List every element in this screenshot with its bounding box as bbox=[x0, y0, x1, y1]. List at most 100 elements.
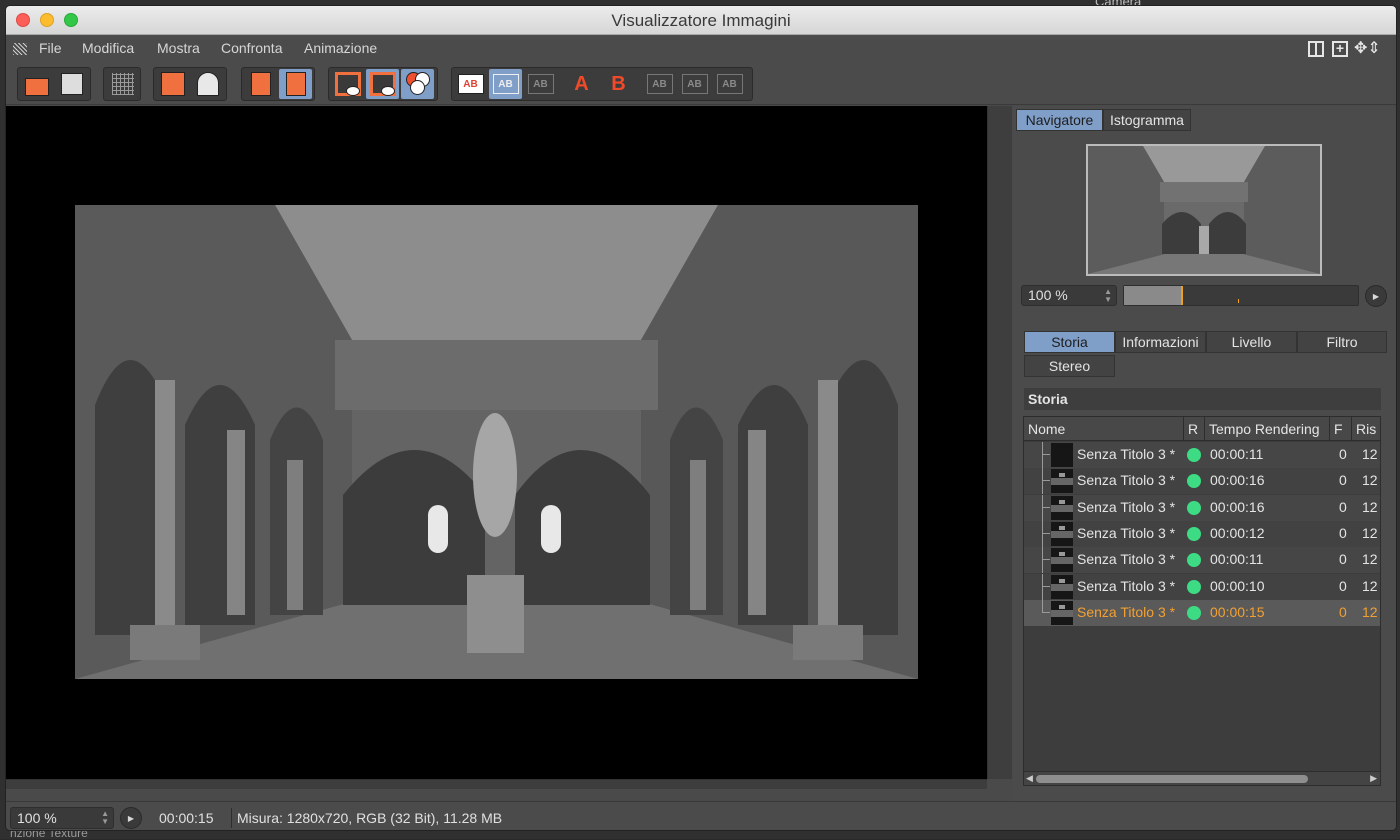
history-row-time: 00:00:11 bbox=[1210, 446, 1264, 462]
toolbar: AB AB AB A B AB AB AB bbox=[6, 63, 1396, 105]
menu-file[interactable]: File bbox=[39, 40, 62, 56]
history-row[interactable]: Senza Titolo 3 * 00:00:12 0 12 bbox=[1024, 520, 1380, 547]
column-nome[interactable]: Nome bbox=[1024, 417, 1184, 441]
status-bar: 100 % ▲ ▼ ▶ 00:00:15 Misura: 1280x720, RG… bbox=[6, 801, 1396, 830]
status-zoom-field[interactable]: 100 % ▲ ▼ bbox=[10, 807, 114, 829]
history-row-resolution: 12 bbox=[1362, 446, 1378, 462]
history-row-name: Senza Titolo 3 * bbox=[1077, 446, 1176, 462]
tab-navigatore[interactable]: Navigatore bbox=[1016, 109, 1103, 131]
history-row-time: 00:00:11 bbox=[1210, 551, 1264, 568]
column-tempo-rendering[interactable]: Tempo Rendering bbox=[1205, 417, 1330, 441]
history-row-frame: 0 bbox=[1339, 577, 1347, 594]
history-row-resolution: 12 bbox=[1362, 551, 1378, 568]
new-panel-icon[interactable]: + bbox=[1332, 41, 1348, 57]
frame-view-active-icon[interactable] bbox=[366, 69, 399, 99]
set-a-icon[interactable]: A bbox=[565, 69, 598, 99]
toolbar-group-history bbox=[153, 67, 227, 101]
ab-compare-icon[interactable]: AB bbox=[454, 69, 487, 99]
tree-line bbox=[1042, 494, 1043, 521]
column-r[interactable]: R bbox=[1184, 417, 1205, 441]
zoom-slider-handle[interactable] bbox=[1180, 286, 1183, 305]
tree-branch bbox=[1042, 480, 1050, 482]
history-section-title: Storia bbox=[1024, 388, 1381, 410]
history-row-time: 00:00:15 bbox=[1210, 603, 1265, 620]
history-table: Nome R Tempo Rendering F Ris Senza Titol… bbox=[1023, 416, 1381, 786]
menu-animazione[interactable]: Animazione bbox=[304, 40, 377, 56]
toolbar-group-view bbox=[328, 67, 438, 101]
navigator-zoom-slider[interactable] bbox=[1123, 285, 1359, 306]
history-row-frame: 0 bbox=[1339, 551, 1347, 568]
column-ris[interactable]: Ris bbox=[1352, 417, 1382, 441]
ab-overlay-icon[interactable]: AB bbox=[524, 69, 557, 99]
viewer-horizontal-scrollbar[interactable] bbox=[6, 779, 987, 789]
history-row-name: Senza Titolo 3 * bbox=[1077, 498, 1176, 515]
save-file-icon[interactable] bbox=[55, 69, 88, 99]
viewer-vertical-scrollbar[interactable] bbox=[987, 106, 1012, 779]
zoom-stepper-icon[interactable]: ▲ ▼ bbox=[1104, 288, 1112, 304]
grid-icon[interactable] bbox=[106, 69, 139, 99]
history-row-time: 00:00:12 bbox=[1210, 524, 1265, 541]
history-row[interactable]: Senza Titolo 3 * 00:00:11 0 12 bbox=[1024, 547, 1380, 574]
status-zoom-stepper-icon[interactable]: ▲ ▼ bbox=[101, 810, 109, 826]
image-viewport[interactable] bbox=[6, 106, 987, 779]
ab-icon-2[interactable]: AB bbox=[678, 69, 711, 99]
tab-livello[interactable]: Livello bbox=[1206, 331, 1297, 353]
render-status-dot bbox=[1187, 579, 1201, 594]
tab-stereo[interactable]: Stereo bbox=[1024, 355, 1115, 377]
tab-storia[interactable]: Storia bbox=[1024, 331, 1115, 353]
history-row[interactable]: Senza Titolo 3 * 00:00:10 0 12 bbox=[1024, 573, 1380, 600]
history-row-resolution: 12 bbox=[1362, 603, 1378, 620]
film-stack-icon[interactable] bbox=[279, 69, 312, 99]
history-row-name: Senza Titolo 3 * bbox=[1077, 551, 1176, 568]
set-b-icon[interactable]: B bbox=[602, 69, 635, 99]
history-row[interactable]: Senza Titolo 3 * 00:00:15 0 12 bbox=[1024, 599, 1380, 626]
tab-informazioni[interactable]: Informazioni bbox=[1115, 331, 1206, 353]
history-horizontal-scrollbar[interactable]: ◀ ▶ bbox=[1024, 771, 1380, 785]
open-file-icon[interactable] bbox=[20, 69, 53, 99]
menu-mostra[interactable]: Mostra bbox=[157, 40, 200, 56]
render-status-dot bbox=[1187, 526, 1201, 541]
menu-grip-icon[interactable] bbox=[13, 43, 27, 55]
menu-bar: File Modifica Mostra Confronta Animazion… bbox=[6, 35, 1396, 63]
scroll-left-icon[interactable]: ◀ bbox=[1026, 772, 1033, 785]
tree-line bbox=[1042, 442, 1043, 468]
history-row[interactable]: Senza Titolo 3 * 00:00:16 0 12 bbox=[1024, 494, 1380, 521]
save-user-icon[interactable] bbox=[191, 69, 224, 99]
menu-modifica[interactable]: Modifica bbox=[82, 40, 134, 56]
navigator-thumbnail[interactable] bbox=[1086, 144, 1322, 276]
right-panel: Navigatore Istogramma 100 % ▲ ▼ ▶ Storia… bbox=[1013, 106, 1395, 801]
tree-branch bbox=[1042, 611, 1050, 613]
render-status-dot bbox=[1187, 448, 1201, 462]
ab-split-icon[interactable]: AB bbox=[489, 69, 522, 99]
move-panel-icon[interactable]: ✥⇕ bbox=[1354, 38, 1381, 58]
history-table-header: Nome R Tempo Rendering F Ris bbox=[1024, 417, 1380, 441]
menu-confronta[interactable]: Confronta bbox=[221, 40, 282, 56]
history-scroll-thumb[interactable] bbox=[1036, 775, 1308, 783]
rendered-image bbox=[75, 205, 918, 679]
delete-frame-icon[interactable] bbox=[244, 69, 277, 99]
history-row[interactable]: Senza Titolo 3 * 00:00:16 0 12 bbox=[1024, 468, 1380, 495]
frame-view-icon[interactable] bbox=[331, 69, 364, 99]
history-row-name: Senza Titolo 3 * bbox=[1077, 524, 1176, 541]
history-row-resolution: 12 bbox=[1362, 577, 1378, 594]
ab-icon-1[interactable]: AB bbox=[643, 69, 676, 99]
scroll-right-icon[interactable]: ▶ bbox=[1370, 772, 1377, 785]
toolbar-group-frames bbox=[241, 67, 315, 101]
tab-filtro[interactable]: Filtro bbox=[1297, 331, 1387, 353]
ab-icon-3[interactable]: AB bbox=[713, 69, 746, 99]
status-play-icon[interactable]: ▶ bbox=[120, 807, 142, 829]
toolbar-group-file bbox=[17, 67, 91, 101]
add-to-history-icon[interactable] bbox=[156, 69, 189, 99]
tab-istogramma[interactable]: Istogramma bbox=[1103, 109, 1191, 131]
history-row-resolution: 12 bbox=[1362, 472, 1378, 489]
navigator-zoom-field[interactable]: 100 % ▲ ▼ bbox=[1021, 285, 1117, 306]
navigator-play-icon[interactable]: ▶ bbox=[1365, 285, 1387, 307]
window-title: Visualizzatore Immagini bbox=[611, 11, 791, 30]
history-row[interactable]: Senza Titolo 3 * 00:00:11 0 12 bbox=[1024, 442, 1380, 468]
layout-split-icon[interactable] bbox=[1308, 41, 1324, 57]
column-f[interactable]: F bbox=[1330, 417, 1352, 441]
history-row-resolution: 12 bbox=[1362, 498, 1378, 515]
toolbar-group-grid bbox=[103, 67, 141, 101]
history-row-frame: 0 bbox=[1339, 472, 1347, 489]
rgb-channels-icon[interactable] bbox=[401, 69, 434, 99]
